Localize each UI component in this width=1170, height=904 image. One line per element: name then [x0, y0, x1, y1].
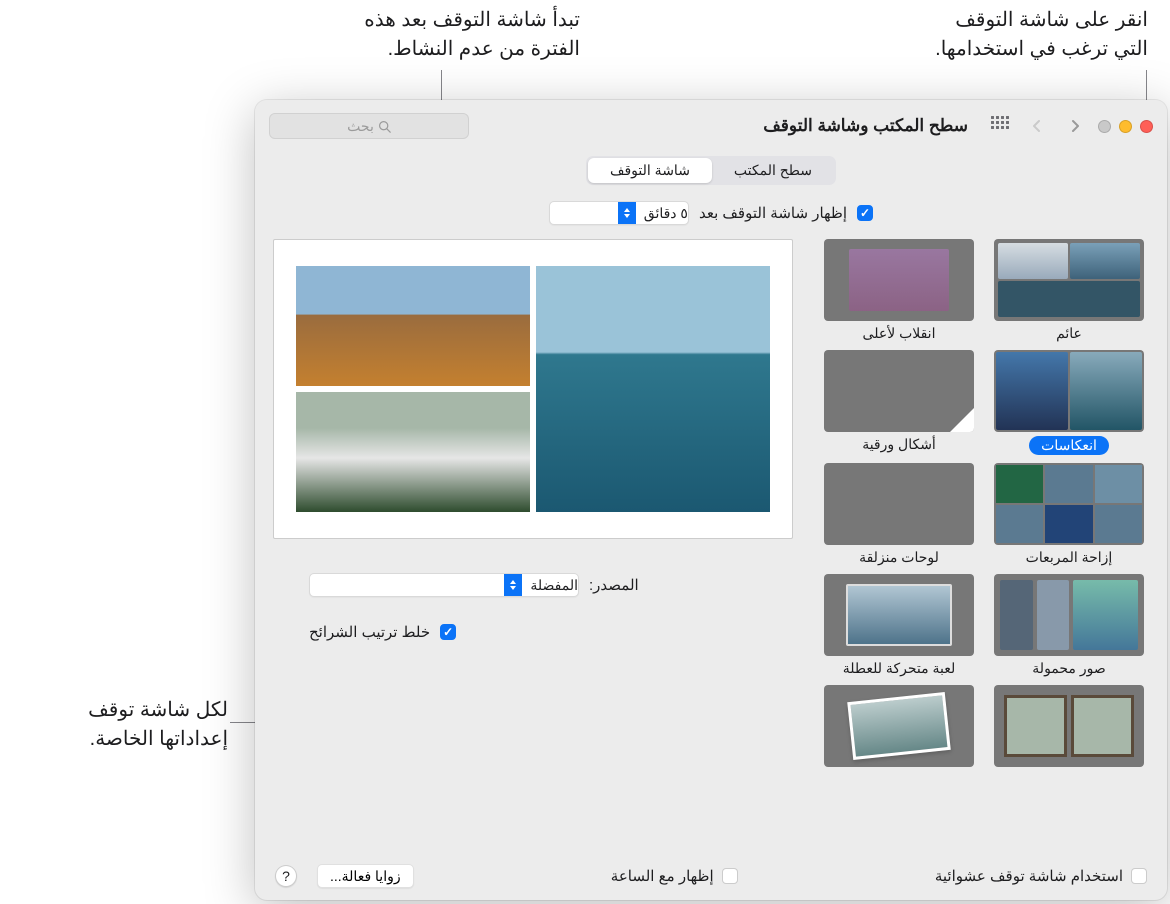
- tab-screensaver[interactable]: شاشة التوقف: [588, 158, 712, 183]
- thumb-flipup[interactable]: انقلاب لأعلى: [824, 239, 974, 342]
- grid-icon: [989, 116, 1009, 136]
- search-icon: [378, 120, 391, 133]
- show-after-checkbox[interactable]: [857, 205, 873, 221]
- callout-settings: لكل شاشة توقف إعداداتها الخاصة.: [8, 696, 228, 754]
- shuffle-checkbox[interactable]: [440, 624, 456, 640]
- thumb-extra-1[interactable]: [994, 685, 1144, 771]
- thumb-mobile[interactable]: صور محمولة: [994, 574, 1144, 677]
- source-popup[interactable]: المفضلة: [309, 573, 579, 597]
- screensaver-list[interactable]: عائم انقلاب لأعلى انعكاسات أشكال ورقية إ…: [819, 239, 1149, 779]
- forward-button: [1022, 114, 1052, 138]
- thumb-extra-2[interactable]: [824, 685, 974, 771]
- thumb-sliding[interactable]: لوحات منزلقة: [824, 463, 974, 566]
- clock-checkbox[interactable]: [722, 868, 738, 884]
- random-label: استخدام شاشة توقف عشوائية: [935, 867, 1123, 885]
- prefs-window: سطح المكتب وشاشة التوقف بحث سطح المكتب ش…: [255, 100, 1167, 900]
- search-input[interactable]: بحث: [269, 113, 469, 139]
- clock-label: إظهار مع الساعة: [611, 867, 714, 885]
- thumb-shifting[interactable]: إزاحة المربعات: [994, 463, 1144, 566]
- delay-popup[interactable]: ٥ دقائق: [549, 201, 689, 225]
- thumb-origami[interactable]: أشكال ورقية: [824, 350, 974, 455]
- screensaver-settings: المصدر: المفضلة خلط ترتيب الشرائح: [309, 573, 705, 667]
- callout-timer: تبدأ شاشة التوقف بعد هذه الفترة من عدم ا…: [260, 6, 580, 64]
- callout-select: انقر على شاشة التوقف التي ترغب في استخدا…: [618, 6, 1148, 64]
- show-after-label: إظهار شاشة التوقف بعد: [699, 204, 847, 222]
- preview-pane: [273, 239, 793, 539]
- random-checkbox[interactable]: [1131, 868, 1147, 884]
- window-title: سطح المكتب وشاشة التوقف: [763, 116, 968, 136]
- back-button[interactable]: [1060, 114, 1090, 138]
- thumb-reflections[interactable]: انعكاسات: [994, 350, 1144, 455]
- source-label: المصدر:: [589, 576, 639, 594]
- tabs-segmented: سطح المكتب شاشة التوقف: [586, 156, 836, 185]
- zoom-icon: [1098, 120, 1111, 133]
- show-all-button[interactable]: [984, 114, 1014, 138]
- help-button[interactable]: ?: [275, 865, 297, 887]
- thumb-floating[interactable]: عائم: [994, 239, 1144, 342]
- hot-corners-button[interactable]: زوايا فعالة...: [317, 864, 414, 888]
- thumb-holiday[interactable]: لعبة متحركة للعطلة: [824, 574, 974, 677]
- titlebar: سطح المكتب وشاشة التوقف بحث: [255, 100, 1167, 152]
- tab-desktop[interactable]: سطح المكتب: [712, 158, 834, 183]
- shuffle-label: خلط ترتيب الشرائح: [309, 623, 430, 641]
- close-icon[interactable]: [1140, 120, 1153, 133]
- minimize-icon[interactable]: [1119, 120, 1132, 133]
